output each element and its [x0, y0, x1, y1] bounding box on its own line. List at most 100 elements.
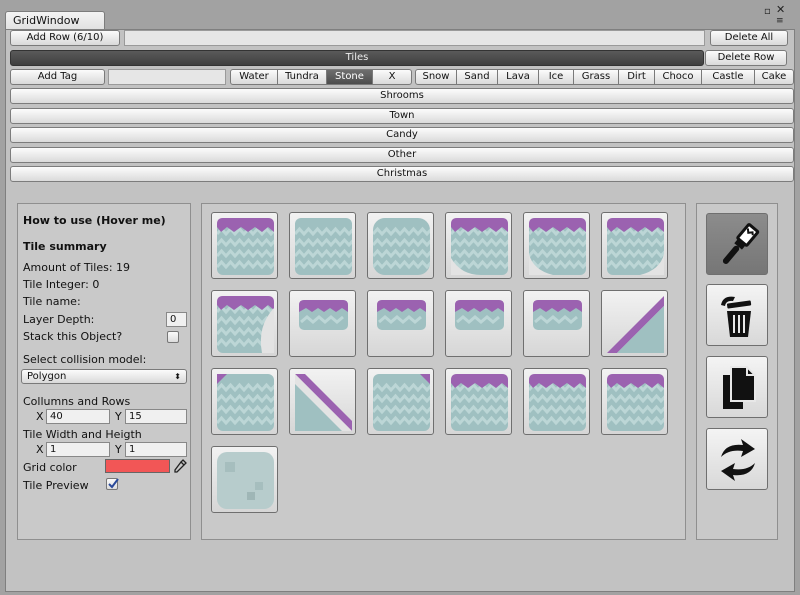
row-name-input[interactable] — [124, 30, 705, 46]
tag-grass[interactable]: Grass — [573, 69, 619, 85]
tile-thumbnail — [529, 218, 586, 275]
tile-top-small[interactable] — [445, 290, 512, 357]
tag-water[interactable]: Water — [230, 69, 278, 85]
tag-cake[interactable]: Cake — [754, 69, 794, 85]
tile-corner-left[interactable] — [211, 368, 278, 435]
collision-model-value: Polygon — [27, 371, 67, 382]
tile-top-small[interactable] — [523, 290, 590, 357]
tile-top[interactable] — [445, 368, 512, 435]
eyedropper-icon[interactable] — [172, 458, 188, 477]
tile-size-label: Tile Width and Heigth — [23, 428, 142, 441]
columns-rows-label: Collumns and Rows — [23, 395, 131, 408]
paint-brush-icon — [722, 223, 760, 264]
tile-width-field[interactable]: 1 — [46, 442, 110, 457]
refresh-icon — [721, 439, 755, 481]
category-candy[interactable]: Candy — [10, 127, 794, 143]
category-christmas[interactable]: Christmas — [10, 166, 794, 182]
tile-summary-heading: Tile summary — [23, 240, 107, 253]
tag-snow[interactable]: Snow — [415, 69, 457, 85]
tile-rounded[interactable] — [367, 212, 434, 279]
window-tab[interactable]: GridWindow — [5, 11, 105, 30]
tile-thumbnail — [373, 374, 430, 431]
tile-thumbnail — [377, 300, 426, 330]
tile-top-corner-left[interactable] — [445, 212, 512, 279]
columns-x-label: X — [36, 410, 44, 423]
tile-preview[interactable] — [211, 446, 278, 513]
tag-x[interactable]: X — [372, 69, 412, 85]
trash-icon — [721, 296, 752, 337]
copy-tool-button[interactable] — [706, 356, 768, 418]
tile-top-curl-left[interactable] — [523, 212, 590, 279]
tile-top[interactable] — [523, 368, 590, 435]
category-other[interactable]: Other — [10, 147, 794, 163]
height-y-label: Y — [115, 443, 122, 456]
width-x-label: X — [36, 443, 44, 456]
tag-stone[interactable]: Stone — [326, 69, 373, 85]
copy-icon — [723, 366, 756, 409]
add-row-button[interactable]: Add Row (6/10) — [10, 30, 120, 46]
tile-diag-up[interactable] — [601, 290, 668, 357]
grid-color-swatch[interactable] — [105, 459, 170, 473]
grid-color-label: Grid color — [23, 461, 77, 474]
menu-icon[interactable]: ≡ — [776, 16, 784, 26]
collision-model-label: Select collision model: — [23, 353, 147, 366]
tile-preview-checkbox[interactable] — [106, 478, 119, 490]
tile-top[interactable] — [211, 212, 278, 279]
rows-field[interactable]: 15 — [125, 409, 187, 424]
columns-field[interactable]: 40 — [46, 409, 110, 424]
tile-integer-text: Tile Integer: 0 — [23, 278, 100, 291]
rows-y-label: Y — [115, 410, 122, 423]
tag-tundra[interactable]: Tundra — [277, 69, 327, 85]
dropdown-arrows-icon: ⬍ — [174, 372, 181, 381]
category-shrooms[interactable]: Shrooms — [10, 88, 794, 104]
tile-top[interactable] — [601, 368, 668, 435]
tag-dirt[interactable]: Dirt — [618, 69, 655, 85]
paint-tool-button[interactable] — [706, 213, 768, 275]
tile-thumbnail — [299, 300, 348, 330]
tile-name-text: Tile name: — [23, 295, 81, 308]
tile-thumbnail — [217, 296, 274, 353]
tile-top-curl-right[interactable] — [601, 212, 668, 279]
tile-top-small[interactable] — [289, 290, 356, 357]
tiles-header-button[interactable]: Tiles — [10, 50, 704, 66]
maximize-icon[interactable]: ▫ — [764, 6, 771, 17]
collision-model-dropdown[interactable]: Polygon ⬍ — [21, 369, 187, 384]
tag-choco[interactable]: Choco — [654, 69, 702, 85]
delete-all-button[interactable]: Delete All — [710, 30, 788, 46]
tag-name-input[interactable] — [108, 69, 226, 85]
tile-thumbnail — [373, 218, 430, 275]
stack-object-label: Stack this Object? — [23, 330, 123, 343]
tile-top-small[interactable] — [367, 290, 434, 357]
stack-object-checkbox[interactable] — [167, 331, 179, 343]
tile-thumbnail — [533, 300, 582, 330]
tile-thumbnail — [607, 374, 664, 431]
tile-thumbnail — [451, 218, 508, 275]
tile-thumbnail — [529, 374, 586, 431]
refresh-tool-button[interactable] — [706, 428, 768, 490]
layer-depth-field[interactable]: 0 — [166, 312, 187, 327]
category-town[interactable]: Town — [10, 108, 794, 124]
tile-plain[interactable] — [289, 212, 356, 279]
tile-preview-label: Tile Preview — [23, 479, 89, 492]
delete-tool-button[interactable] — [706, 284, 768, 346]
tile-thumbnail — [295, 374, 352, 431]
tag-castle[interactable]: Castle — [701, 69, 755, 85]
tile-height-field[interactable]: 1 — [125, 442, 187, 457]
layer-depth-label: Layer Depth: — [23, 313, 95, 326]
tag-sand[interactable]: Sand — [456, 69, 498, 85]
add-tag-button[interactable]: Add Tag — [10, 69, 105, 85]
tag-lava[interactable]: Lava — [497, 69, 539, 85]
tile-thumbnail — [295, 218, 352, 275]
tile-diag-down[interactable] — [289, 368, 356, 435]
delete-row-button[interactable]: Delete Row — [705, 50, 787, 66]
tile-thumbnail — [455, 300, 504, 330]
close-icon[interactable]: ✕ — [776, 3, 785, 16]
tile-thumbnail — [217, 452, 274, 509]
tile-corner-right[interactable] — [367, 368, 434, 435]
tile-thumbnail — [451, 374, 508, 431]
tile-top-curl-bottom-right[interactable] — [211, 290, 278, 357]
tile-thumbnail — [607, 218, 664, 275]
tag-ice[interactable]: Ice — [538, 69, 574, 85]
how-to-use-label[interactable]: How to use (Hover me) — [23, 214, 166, 227]
tile-thumbnail — [217, 218, 274, 275]
